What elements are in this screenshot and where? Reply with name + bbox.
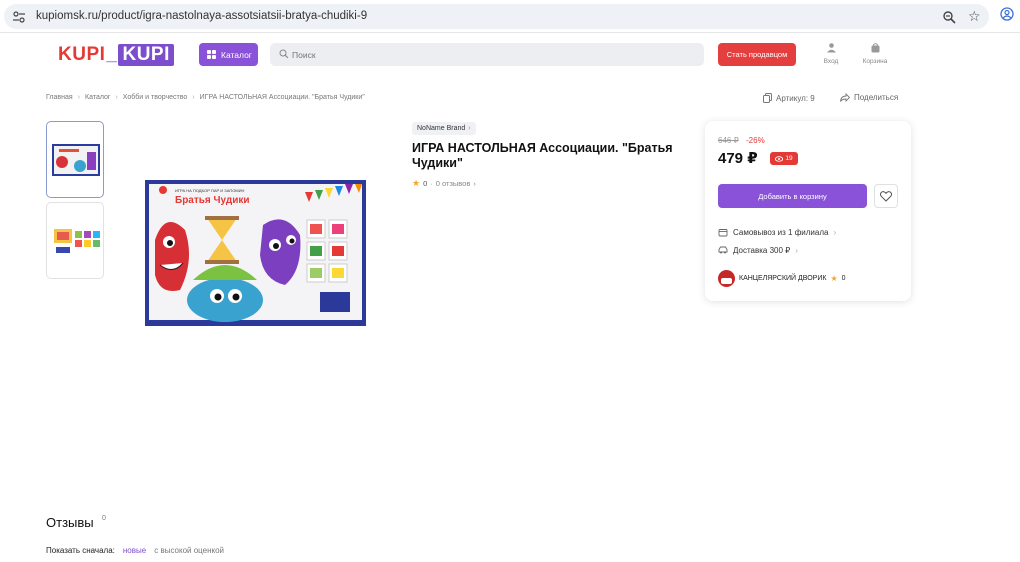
breadcrumb-current: ИГРА НАСТОЛЬНАЯ Ассоциации. "Братья Чуди… xyxy=(199,94,365,101)
site-settings-icon[interactable] xyxy=(12,10,26,24)
discount-badge: -26% xyxy=(746,136,765,145)
product-image[interactable]: ИГРА НА ПОДБОР ПАР И ЗАПОМИН Братья Чуди… xyxy=(145,180,366,326)
delivery-info[interactable]: Доставка 300 ₽ › xyxy=(718,245,798,255)
heart-icon xyxy=(880,190,892,202)
chevron-right-icon: › xyxy=(115,94,118,101)
share-icon xyxy=(840,93,850,102)
brand-chip[interactable]: NoName Brand › xyxy=(412,122,476,135)
car-icon xyxy=(718,246,728,254)
sort-label: Показать сначала: xyxy=(46,546,115,555)
product-title: ИГРА НАСТОЛЬНАЯ Ассоциации. "Братья Чуди… xyxy=(412,141,673,170)
thumbnail-image xyxy=(52,144,100,176)
product-rating[interactable]: ★ 0 · 0 отзывов › xyxy=(412,178,476,189)
breadcrumb-category[interactable]: Хобби и творчество xyxy=(123,94,187,101)
sort-option-new[interactable]: новые xyxy=(123,546,146,555)
share-button[interactable]: Поделиться xyxy=(840,93,898,102)
browser-toolbar: kupiomsk.ru/product/igra-nastolnaya-asso… xyxy=(0,0,1020,33)
brand-name: NoName Brand xyxy=(417,125,466,132)
url-text[interactable]: kupiomsk.ru/product/igra-nastolnaya-asso… xyxy=(36,10,367,22)
thumbnail-1[interactable] xyxy=(46,121,104,198)
chevron-right-icon: › xyxy=(473,179,476,188)
box-subtitle: ИГРА НА ПОДБОР ПАР И ЗАПОМИН xyxy=(175,188,245,193)
user-icon xyxy=(826,43,836,53)
delivery-label: Доставка 300 ₽ xyxy=(733,245,791,255)
rating-value: 0 xyxy=(423,179,428,188)
site-logo[interactable]: KUPI _ KUPI xyxy=(58,43,174,67)
search-icon xyxy=(279,49,289,59)
article-label: Артикул: 9 xyxy=(776,93,815,103)
share-label: Поделиться xyxy=(854,93,899,102)
chevron-right-icon: › xyxy=(192,94,195,101)
box-icon xyxy=(718,229,728,237)
chevron-right-icon: › xyxy=(833,227,837,237)
star-icon: ★ xyxy=(412,178,421,188)
thumbnail-image xyxy=(54,229,100,253)
become-seller-button[interactable]: Стать продавцом xyxy=(718,43,796,66)
old-price: 646 ₽ xyxy=(718,136,739,145)
pickup-info[interactable]: Самовывоз из 1 филиала › xyxy=(718,227,836,237)
pickup-label: Самовывоз из 1 филиала xyxy=(733,227,829,237)
shop-avatar xyxy=(718,270,735,287)
shop-rating: 0 xyxy=(841,275,846,282)
reviews-heading: Отзывы xyxy=(46,515,94,530)
cart-button[interactable]: Корзина xyxy=(855,42,895,65)
chevron-right-icon: › xyxy=(468,125,471,132)
reviews-link[interactable]: 0 отзывов xyxy=(436,179,471,188)
search-box[interactable] xyxy=(270,43,704,66)
search-input[interactable] xyxy=(292,47,672,62)
reviews-count: 0 xyxy=(102,515,106,522)
promo-badge[interactable]: 19 xyxy=(770,152,798,165)
logo-part-left: KUPI xyxy=(58,44,106,65)
article-number[interactable]: Артикул: 9 xyxy=(763,93,815,103)
thumbnail-2[interactable] xyxy=(46,202,104,279)
favorite-button[interactable] xyxy=(874,184,898,208)
grid-icon xyxy=(207,50,216,59)
login-label: Вход xyxy=(823,58,839,65)
logo-part-right: KUPI xyxy=(118,44,174,66)
breadcrumb-catalog[interactable]: Каталог xyxy=(85,94,110,101)
chevron-right-icon: › xyxy=(795,245,798,255)
copy-icon xyxy=(763,93,772,103)
profile-icon[interactable] xyxy=(1000,7,1014,21)
sort-option-high-rating[interactable]: с высокой оценкой xyxy=(154,546,224,555)
promo-count: 19 xyxy=(785,155,793,162)
breadcrumb: Главная › Каталог › Хобби и творчество ›… xyxy=(46,94,365,101)
bag-icon xyxy=(871,43,879,53)
zoom-icon[interactable] xyxy=(942,10,956,24)
reviews-sort: Показать сначала: новые с высокой оценко… xyxy=(46,546,224,555)
box-title: Братья Чудики xyxy=(175,195,250,206)
catalog-label: Каталог xyxy=(221,49,252,60)
shop-name: КАНЦЕЛЯРСКИЙ ДВОРИК xyxy=(739,275,827,282)
chevron-right-icon: › xyxy=(77,94,80,101)
add-to-cart-button[interactable]: Добавить в корзину xyxy=(718,184,867,208)
address-bar[interactable]: kupiomsk.ru/product/igra-nastolnaya-asso… xyxy=(4,4,989,29)
cart-label: Корзина xyxy=(862,58,888,65)
bookmark-star-icon[interactable]: ☆ xyxy=(968,8,981,25)
breadcrumb-home[interactable]: Главная xyxy=(46,94,73,101)
buy-card: 646 ₽ -26% 479 ₽ 19 Добавить в корзину С… xyxy=(705,121,911,301)
star-icon: ★ xyxy=(830,274,838,283)
logo-separator: _ xyxy=(106,44,118,65)
shop-link[interactable]: КАНЦЕЛЯРСКИЙ ДВОРИК ★ 0 xyxy=(718,270,846,287)
login-button[interactable]: Вход xyxy=(811,42,851,65)
catalog-button[interactable]: Каталог xyxy=(199,43,258,66)
eye-icon xyxy=(775,155,784,162)
current-price: 479 ₽ xyxy=(718,150,758,167)
